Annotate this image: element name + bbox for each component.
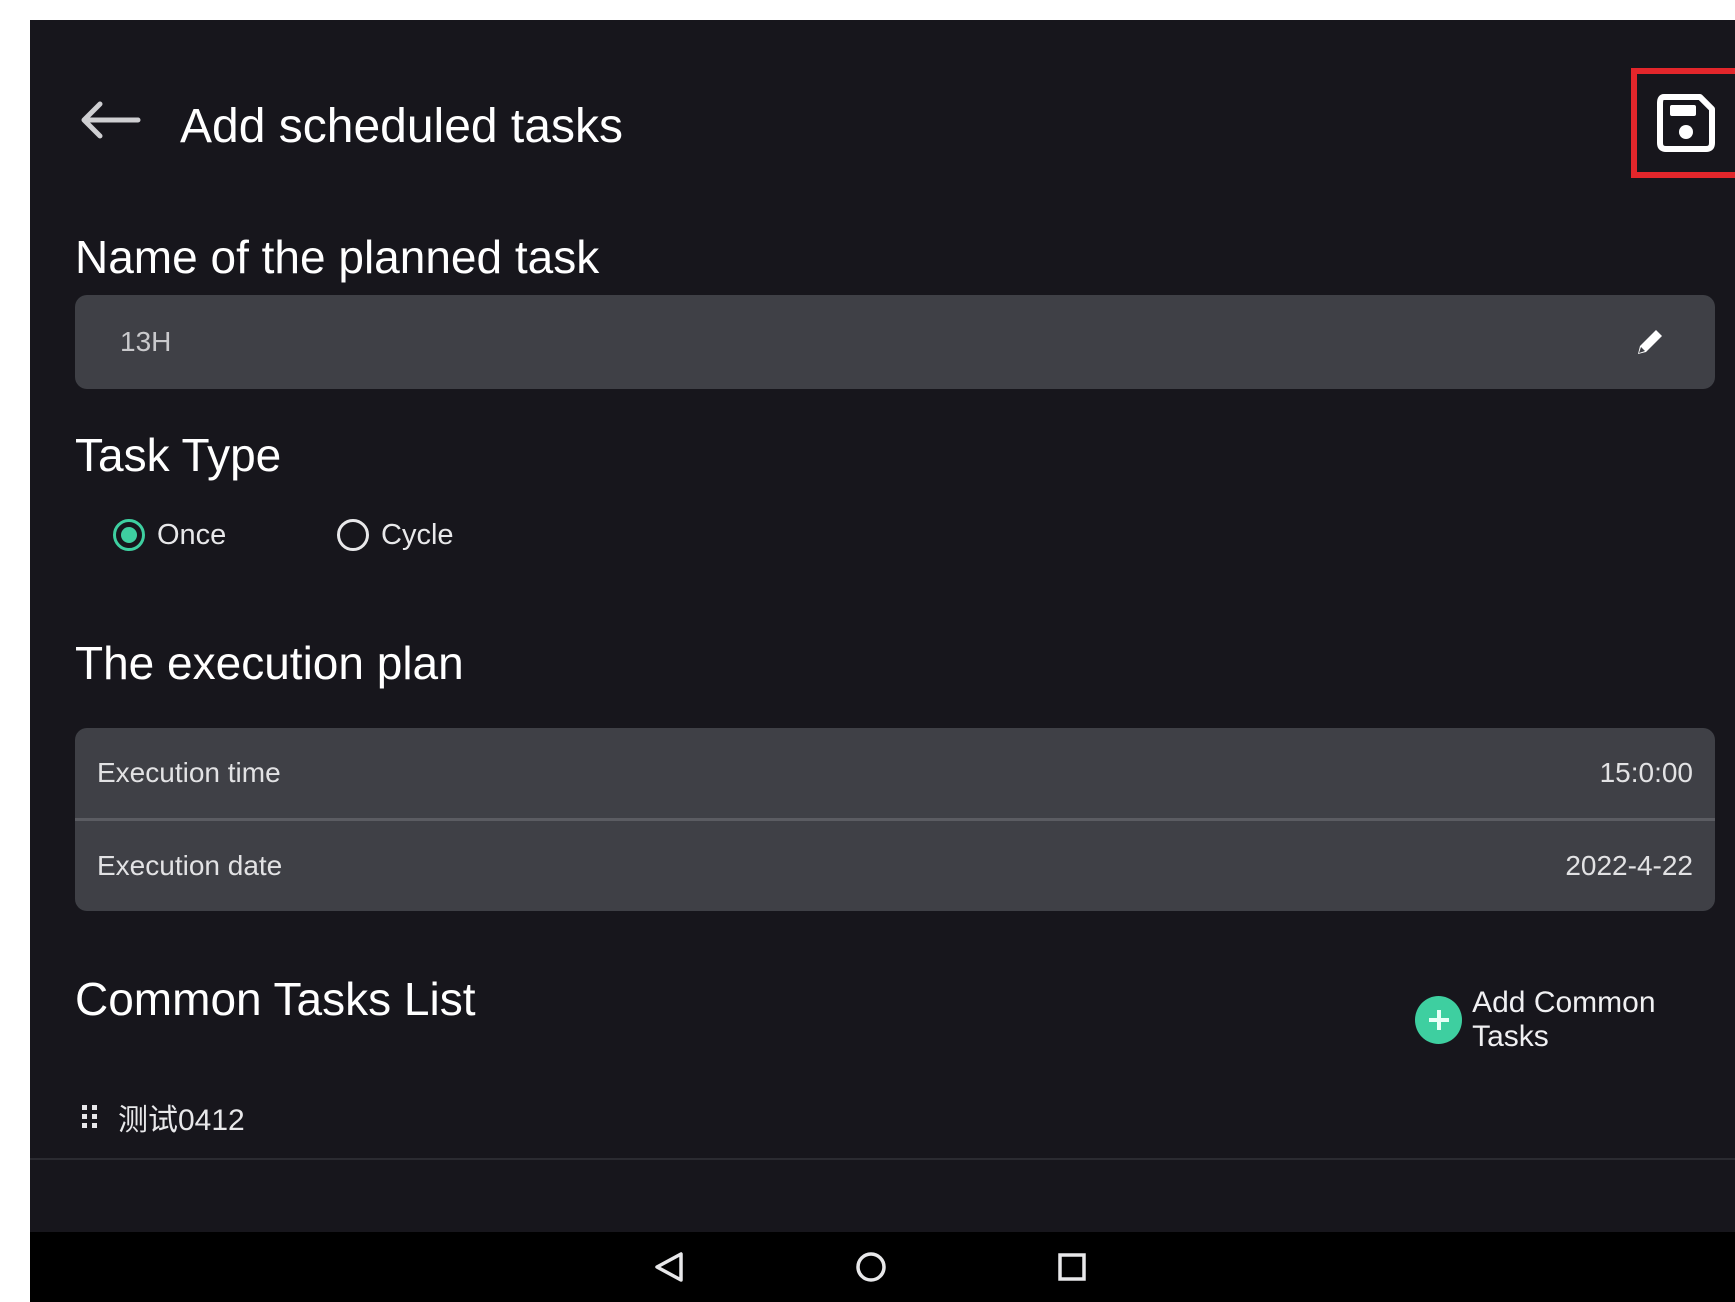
nav-home-icon bbox=[856, 1252, 886, 1282]
execution-date-value: 2022-4-22 bbox=[1565, 850, 1693, 881]
execution-time-label: Execution time bbox=[97, 757, 281, 788]
task-name-label: Name of the planned task bbox=[75, 231, 600, 283]
task-type-radio-group: Once Cycle bbox=[75, 510, 675, 560]
nav-back-button[interactable] bbox=[639, 1242, 699, 1292]
execution-time-row[interactable]: Execution time 15:0:00 bbox=[75, 728, 1715, 818]
list-divider bbox=[30, 1158, 1735, 1160]
drag-handle-icon[interactable] bbox=[80, 1103, 100, 1131]
list-item[interactable]: 测试0412 bbox=[80, 1095, 245, 1139]
nav-recents-icon bbox=[1058, 1253, 1086, 1281]
add-common-tasks-button[interactable]: Add Common Tasks bbox=[1415, 986, 1735, 1053]
app-screen: Add scheduled tasks Name of the planned … bbox=[30, 20, 1735, 1302]
radio-once-indicator bbox=[113, 519, 145, 551]
common-tasks-label: Common Tasks List bbox=[75, 973, 476, 1025]
header: Add scheduled tasks bbox=[30, 20, 1735, 220]
execution-date-row[interactable]: Execution date 2022-4-22 bbox=[75, 821, 1715, 911]
nav-recents-button[interactable] bbox=[1042, 1242, 1102, 1292]
execution-plan-label: The execution plan bbox=[75, 637, 464, 689]
system-nav-bar bbox=[30, 1232, 1735, 1302]
execution-plan-box: Execution time 15:0:00 Execution date 20… bbox=[75, 728, 1715, 911]
task-name-field[interactable] bbox=[75, 295, 1715, 389]
back-button[interactable] bbox=[70, 90, 150, 150]
radio-cycle-indicator bbox=[337, 519, 369, 551]
back-arrow-icon bbox=[81, 101, 141, 139]
page-title: Add scheduled tasks bbox=[180, 100, 623, 153]
radio-cycle-label: Cycle bbox=[381, 518, 454, 551]
nav-home-button[interactable] bbox=[841, 1242, 901, 1292]
task-name-input[interactable] bbox=[75, 295, 1615, 389]
execution-time-value: 15:0:00 bbox=[1599, 757, 1693, 788]
radio-once-label: Once bbox=[157, 518, 227, 551]
plus-icon bbox=[1415, 996, 1463, 1044]
save-button[interactable] bbox=[1631, 68, 1735, 178]
nav-back-icon bbox=[655, 1252, 683, 1282]
execution-date-label: Execution date bbox=[97, 850, 283, 881]
add-common-tasks-label: Add Common Tasks bbox=[1472, 986, 1656, 1053]
save-icon bbox=[1657, 94, 1715, 152]
radio-once[interactable]: Once bbox=[113, 510, 226, 560]
task-type-label: Task Type bbox=[75, 429, 282, 481]
edit-name-button[interactable] bbox=[1630, 322, 1670, 362]
edit-pencil-icon bbox=[1638, 330, 1662, 354]
radio-cycle[interactable]: Cycle bbox=[337, 510, 454, 560]
list-item-label: 测试0412 bbox=[118, 1104, 245, 1137]
